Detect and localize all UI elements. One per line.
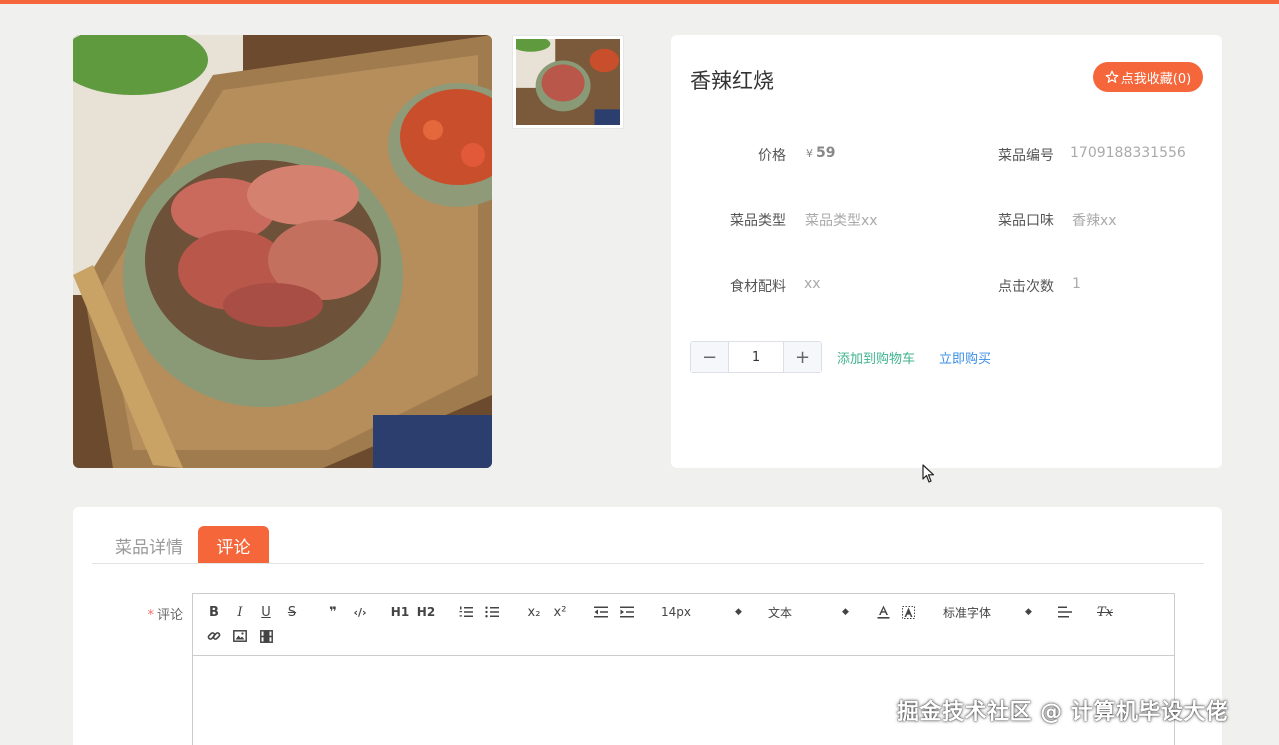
- product-main-image: [73, 35, 492, 468]
- ingredients-row: 食材配料 xx 点击次数 1: [671, 276, 1222, 298]
- price-currency: ¥: [806, 147, 813, 160]
- heading-2-button[interactable]: H2: [416, 603, 436, 621]
- blockquote-button[interactable]: ❞: [324, 603, 342, 621]
- product-title: 香辣红烧: [690, 69, 774, 93]
- background-color-icon: [901, 605, 915, 619]
- underline-button[interactable]: U: [258, 603, 274, 621]
- quantity-decrease-button[interactable]: −: [691, 342, 729, 372]
- image-button[interactable]: [232, 627, 248, 645]
- superscript-button[interactable]: x²: [550, 603, 570, 621]
- add-to-cart-link[interactable]: 添加到购物车: [837, 348, 915, 367]
- clean-format-button[interactable]: Tx: [1096, 603, 1114, 621]
- tab-dish-detail[interactable]: 菜品详情: [103, 526, 195, 564]
- header-value: 文本: [768, 605, 793, 620]
- product-info-card: 香辣红烧 点我收藏(0) 价格 ¥59 菜品编号 1709188331556 菜…: [671, 35, 1222, 468]
- ordered-list-button[interactable]: [458, 603, 474, 621]
- ordered-list-icon: [459, 606, 473, 617]
- outdent-button[interactable]: [593, 603, 609, 621]
- top-accent-bar: [0, 0, 1279, 4]
- bullet-list-button[interactable]: [484, 603, 500, 621]
- product-thumbnail[interactable]: [512, 35, 624, 129]
- ingredients-value: xx: [804, 276, 821, 292]
- tab-divider: [92, 563, 1204, 564]
- font-family-value: 标准字体: [943, 605, 992, 620]
- quantity-input[interactable]: [729, 342, 783, 372]
- bullet-list-icon: [485, 606, 499, 618]
- type-label: 菜品类型: [730, 213, 786, 229]
- font-size-select[interactable]: 14px ◆: [661, 603, 745, 621]
- align-icon: [1058, 606, 1072, 618]
- text-color-button[interactable]: [875, 603, 891, 621]
- font-family-select[interactable]: 标准字体 ◆: [943, 603, 1035, 621]
- price-amount: 59: [816, 145, 836, 161]
- link-button[interactable]: [206, 627, 222, 645]
- background-color-button[interactable]: [900, 603, 916, 621]
- mouse-cursor-icon: [922, 464, 935, 483]
- indent-icon: [620, 606, 634, 618]
- clicks-label: 点击次数: [998, 279, 1054, 295]
- select-arrows-icon: ◆: [842, 607, 849, 617]
- minus-icon: −: [701, 346, 718, 368]
- align-button[interactable]: [1057, 603, 1073, 621]
- subscript-button[interactable]: x₂: [524, 603, 544, 621]
- text-color-icon: [877, 605, 889, 619]
- tab-comment[interactable]: 评论: [198, 526, 269, 564]
- favorite-button-label: 点我收藏(0): [1120, 71, 1192, 87]
- font-size-value: 14px: [661, 605, 691, 619]
- code-value: 1709188331556: [1070, 145, 1186, 161]
- indent-button[interactable]: [619, 603, 635, 621]
- quantity-stepper: − +: [690, 341, 822, 373]
- image-icon: [233, 630, 247, 642]
- editor-toolbar: B I U S ❞ ‹/› H1 H2 x₂ x² 14px ◆ 文本 ◆ 标准…: [193, 594, 1174, 656]
- header-select[interactable]: 文本 ◆: [768, 603, 852, 621]
- price-row: 价格 ¥59 菜品编号 1709188331556: [671, 145, 1222, 167]
- required-mark: *: [147, 608, 154, 623]
- favorite-button[interactable]: 点我收藏(0): [1093, 62, 1203, 92]
- type-value: 菜品类型xx: [805, 213, 878, 229]
- type-row: 菜品类型 菜品类型xx 菜品口味 香辣xx: [671, 210, 1222, 232]
- clicks-value: 1: [1072, 276, 1081, 292]
- price-label: 价格: [758, 148, 786, 164]
- price-value: ¥59: [806, 145, 835, 161]
- strike-button[interactable]: S: [284, 603, 300, 621]
- italic-button[interactable]: I: [232, 603, 248, 621]
- comment-field-label: * 评论: [133, 604, 183, 623]
- quantity-increase-button[interactable]: +: [783, 342, 821, 372]
- code-label: 菜品编号: [998, 148, 1054, 164]
- comment-label-text: 评论: [156, 608, 183, 623]
- link-icon: [207, 632, 221, 640]
- heading-1-button[interactable]: H1: [390, 603, 410, 621]
- flavor-label: 菜品口味: [998, 213, 1054, 229]
- select-arrows-icon: ◆: [1025, 607, 1032, 617]
- ingredients-label: 食材配料: [730, 279, 786, 295]
- buy-now-link[interactable]: 立即购买: [939, 348, 991, 367]
- select-arrows-icon: ◆: [735, 607, 742, 617]
- outdent-icon: [594, 606, 608, 618]
- star-outline-icon: [1105, 70, 1119, 83]
- bold-button[interactable]: B: [206, 603, 222, 621]
- video-icon: [259, 629, 273, 643]
- watermark-text: 掘金技术社区 @ 计算机毕设大佬: [897, 700, 1229, 725]
- plus-icon: +: [794, 346, 811, 368]
- flavor-value: 香辣xx: [1072, 213, 1117, 229]
- code-block-button[interactable]: ‹/›: [350, 603, 370, 621]
- video-button[interactable]: [258, 627, 274, 645]
